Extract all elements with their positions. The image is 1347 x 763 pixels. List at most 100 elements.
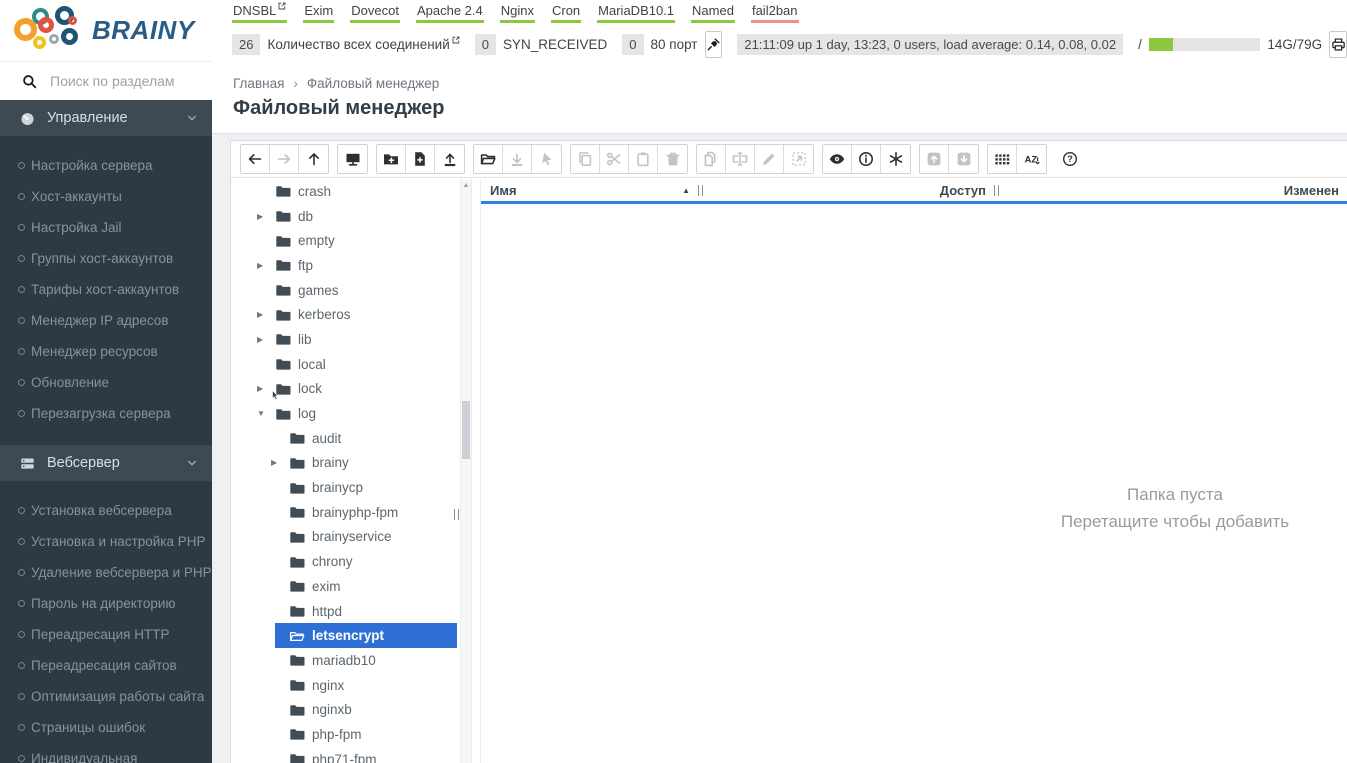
column-header-2[interactable]: Изменен: [999, 183, 1347, 198]
toplink-cron[interactable]: Cron: [550, 3, 582, 23]
tree-item-brainyservice[interactable]: brainyservice: [231, 525, 457, 550]
toplink-mariadb10-1[interactable]: MariaDB10.1: [597, 3, 676, 23]
eye-button[interactable]: [823, 145, 852, 173]
sidebar-item-0-3[interactable]: Группы хост-аккаунтов: [0, 243, 212, 274]
tree-item-local[interactable]: local: [231, 352, 457, 377]
toplink-exim[interactable]: Exim: [303, 3, 335, 23]
sidebar-item-1-7[interactable]: Страницы ошибок: [0, 712, 212, 743]
tree-item-body[interactable]: httpd: [275, 599, 457, 624]
sidebar-item-1-5[interactable]: Переадресация сайтов: [0, 650, 212, 681]
connections-link[interactable]: Количество всех соединений: [267, 36, 460, 52]
arrow-up-button[interactable]: [299, 145, 328, 173]
scrollbar-thumb[interactable]: [462, 401, 470, 459]
tree-item-php71-fpm[interactable]: php71-fpm: [231, 747, 457, 763]
toplink-dnsbl[interactable]: DNSBL: [232, 2, 288, 23]
sidebar-item-0-1[interactable]: Хост-аккаунты: [0, 181, 212, 212]
tree-item-body[interactable]: crash: [261, 179, 457, 204]
tree-item-body[interactable]: lock: [261, 377, 457, 402]
monitor-button[interactable]: [338, 145, 367, 173]
tree-item-body[interactable]: brainycp: [275, 475, 457, 500]
tree-item-kerberos[interactable]: ▶ kerberos: [231, 302, 457, 327]
tree-item-body[interactable]: php-fpm: [275, 722, 457, 747]
connections-plug-button[interactable]: [704, 31, 723, 58]
column-header-1[interactable]: Доступ: [703, 183, 999, 198]
tree-item-body[interactable]: chrony: [275, 549, 457, 574]
sidebar-item-1-4[interactable]: Переадресация HTTP: [0, 619, 212, 650]
search-input[interactable]: [48, 72, 200, 90]
tree-item-body[interactable]: db: [261, 204, 457, 229]
asterisk-button[interactable]: [881, 145, 910, 173]
arrow-left-button[interactable]: [241, 145, 270, 173]
breadcrumb-home[interactable]: Главная: [233, 76, 284, 91]
tree-item-mariadb10[interactable]: mariadb10: [231, 648, 457, 673]
sidebar-item-0-6[interactable]: Менеджер ресурсов: [0, 336, 212, 367]
tree-item-ftp[interactable]: ▶ ftp: [231, 253, 457, 278]
tree-item-body[interactable]: letsencrypt: [275, 623, 457, 649]
scroll-up-arrow-icon[interactable]: ▲: [461, 182, 471, 189]
tree-item-body[interactable]: nginx: [275, 673, 457, 698]
sidebar-item-1-0[interactable]: Установка вебсервера: [0, 495, 212, 526]
tree-item-httpd[interactable]: httpd: [231, 599, 457, 624]
upload-button[interactable]: [435, 145, 464, 173]
tree-item-brainycp[interactable]: brainycp: [231, 475, 457, 500]
sidebar-item-0-7[interactable]: Обновление: [0, 367, 212, 398]
tree-item-crash[interactable]: crash: [231, 179, 457, 204]
file-plus-button[interactable]: [406, 145, 435, 173]
tree-item-body[interactable]: brainyphp-fpm: [275, 500, 457, 525]
print-button[interactable]: [1329, 31, 1347, 58]
tree-item-db[interactable]: ▶ db: [231, 204, 457, 229]
sidebar-item-1-3[interactable]: Пароль на директорию: [0, 588, 212, 619]
tree-item-body[interactable]: lib: [261, 327, 457, 352]
tree-item-brainy[interactable]: ▶ brainy: [231, 451, 457, 476]
tree-item-lib[interactable]: ▶ lib: [231, 327, 457, 352]
toplink-dovecot[interactable]: Dovecot: [350, 3, 400, 23]
sidebar-item-0-8[interactable]: Перезагрузка сервера: [0, 398, 212, 429]
sidebar-item-1-2[interactable]: Удаление вебсервера и PHP: [0, 557, 212, 588]
info-button[interactable]: [852, 145, 881, 173]
tree-item-log[interactable]: ▼ log: [231, 401, 457, 426]
grid-view-button[interactable]: [988, 145, 1017, 173]
tree-item-nginx[interactable]: nginx: [231, 673, 457, 698]
tree-item-body[interactable]: mariadb10: [275, 648, 457, 673]
sidebar-item-0-5[interactable]: Менеджер IP адресов: [0, 305, 212, 336]
tree-item-games[interactable]: games: [231, 278, 457, 303]
toplink-named[interactable]: Named: [691, 3, 735, 23]
tree-item-body[interactable]: local: [261, 352, 457, 377]
sidebar-section-1[interactable]: Вебсервер: [0, 445, 212, 481]
tree-item-nginxb[interactable]: nginxb: [231, 697, 457, 722]
tree-item-body[interactable]: empty: [261, 228, 457, 253]
column-header-0[interactable]: Имя ▲: [490, 183, 703, 198]
sidebar-item-0-4[interactable]: Тарифы хост-аккаунтов: [0, 274, 212, 305]
help-button[interactable]: ?: [1055, 145, 1084, 173]
tree-item-body[interactable]: games: [261, 278, 457, 303]
tree-item-body[interactable]: php71-fpm: [275, 747, 457, 763]
tree-item-body[interactable]: ftp: [261, 253, 457, 278]
sidebar-item-1-6[interactable]: Оптимизация работы сайта: [0, 681, 212, 712]
sort-az-button[interactable]: AZ: [1017, 145, 1046, 173]
tree-item-letsencrypt[interactable]: letsencrypt: [231, 623, 457, 649]
sidebar-item-0-0[interactable]: Настройка сервера: [0, 150, 212, 181]
tree-item-chrony[interactable]: chrony: [231, 549, 457, 574]
tree-item-empty[interactable]: empty: [231, 228, 457, 253]
sidebar-item-1-8[interactable]: Индивидуальная: [0, 743, 212, 763]
toplink-fail2ban[interactable]: fail2ban: [750, 3, 799, 23]
sidebar-item-0-2[interactable]: Настройка Jail: [0, 212, 212, 243]
tree-item-body[interactable]: brainy: [275, 451, 457, 476]
tree-item-body[interactable]: log: [261, 401, 457, 426]
tree-item-body[interactable]: nginxb: [275, 697, 457, 722]
pane-resize-handle[interactable]: [454, 509, 459, 520]
folder-plus-button[interactable]: [377, 145, 406, 173]
tree-scrollbar[interactable]: ▲: [460, 179, 472, 763]
sidebar-section-0[interactable]: Управление: [0, 100, 212, 136]
tree-item-exim[interactable]: exim: [231, 574, 457, 599]
toplink-apache-2-4[interactable]: Apache 2.4: [415, 3, 484, 23]
folder-open-button[interactable]: [474, 145, 503, 173]
tree-item-body[interactable]: brainyservice: [275, 525, 457, 550]
tree-item-brainyphp-fpm[interactable]: brainyphp-fpm: [231, 500, 457, 525]
tree-item-body[interactable]: kerberos: [261, 302, 457, 327]
tree-item-body[interactable]: exim: [275, 574, 457, 599]
tree-item-body[interactable]: audit: [275, 426, 457, 451]
tree-item-lock[interactable]: ▶ lock: [231, 377, 457, 402]
toplink-nginx[interactable]: Nginx: [499, 3, 535, 23]
tree-item-audit[interactable]: audit: [231, 426, 457, 451]
